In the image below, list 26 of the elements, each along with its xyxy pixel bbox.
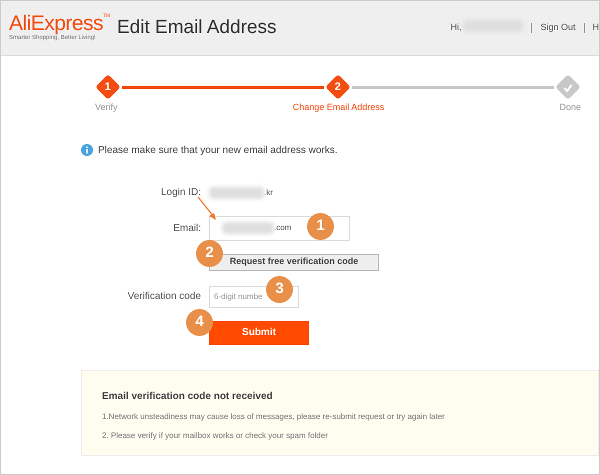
step-label: Change Email Address	[292, 101, 384, 114]
page-title: Edit Email Address	[117, 16, 276, 40]
header-link[interactable]: Sign Out	[540, 21, 576, 35]
blurred-text	[222, 222, 274, 234]
submit-button[interactable]: Submit	[209, 320, 309, 344]
callout-number: 3	[266, 276, 293, 302]
step-label: Done	[559, 101, 581, 114]
blurred-text	[209, 186, 264, 198]
step-marker: 2	[325, 74, 351, 100]
callout-number: 1	[307, 212, 334, 240]
info-text: Please make sure that your new email address works.	[98, 144, 338, 158]
login-id-value: .kr	[264, 186, 273, 198]
step-marker: 1	[95, 74, 121, 100]
callout-number: 4	[186, 308, 213, 336]
info-icon	[81, 144, 93, 156]
greeting: Hi,	[450, 21, 462, 34]
notice-line: 1.Network unsteadiness may cause loss of messages, please re-submit request or try again later	[102, 410, 446, 422]
notice-title: Email verification code not received	[102, 390, 274, 404]
callout-number: 2	[196, 240, 223, 266]
field-label: Email:	[172, 222, 201, 236]
field-label: Verification code	[126, 290, 201, 304]
header-link[interactable]: H	[592, 21, 599, 35]
field-label: Login ID:	[160, 186, 201, 200]
step-label: Verify	[95, 101, 118, 114]
arrow-icon	[197, 196, 219, 222]
notice-line: 2. Please verify if your mailbox works or check your spam folder	[102, 430, 329, 442]
